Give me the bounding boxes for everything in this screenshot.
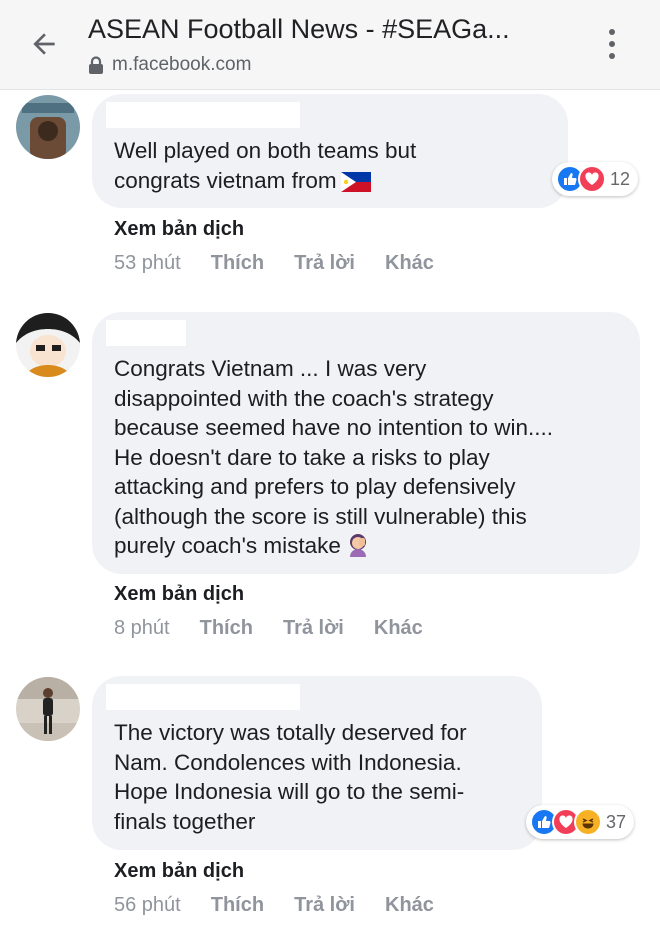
reply-button[interactable]: Trả lời bbox=[294, 252, 355, 275]
avatar[interactable] bbox=[16, 95, 80, 159]
reply-button[interactable]: Trả lời bbox=[283, 617, 344, 640]
timestamp[interactable]: 8 phút bbox=[114, 617, 170, 640]
arrow-left-icon bbox=[33, 33, 55, 55]
reaction-count: 37 bbox=[606, 811, 627, 832]
facepalm-icon bbox=[345, 531, 371, 565]
like-button[interactable]: Thích bbox=[211, 252, 264, 275]
avatar-image bbox=[16, 95, 80, 159]
comment-bubble: The victory was totally deserved for Nam… bbox=[92, 676, 542, 850]
see-translation-link[interactable]: Xem bản dịch bbox=[114, 860, 244, 883]
comment-text: Congrats Vietnam ... I was very disappoi… bbox=[114, 354, 553, 565]
comment-text: Well played on both teams but congrats v… bbox=[114, 136, 416, 199]
reaction-count: 12 bbox=[610, 168, 631, 189]
more-button[interactable]: Khác bbox=[374, 617, 423, 640]
like-button[interactable]: Thích bbox=[211, 894, 264, 917]
philippines-flag-icon bbox=[340, 170, 371, 200]
redacted-author-name[interactable] bbox=[106, 684, 300, 710]
lock-icon bbox=[89, 56, 103, 74]
love-reaction-icon bbox=[578, 165, 606, 193]
timestamp[interactable]: 56 phút bbox=[114, 894, 181, 917]
see-translation-link[interactable]: Xem bản dịch bbox=[114, 583, 244, 606]
reply-button[interactable]: Trả lời bbox=[294, 894, 355, 917]
comment-actions: 8 phút Thích Trả lời Khác bbox=[114, 617, 423, 640]
more-button[interactable]: Khác bbox=[385, 252, 434, 275]
redacted-author-name[interactable] bbox=[106, 320, 186, 346]
comment-text: The victory was totally deserved for Nam… bbox=[114, 720, 467, 834]
like-button[interactable]: Thích bbox=[200, 617, 253, 640]
address-bar[interactable]: m.facebook.com bbox=[88, 54, 251, 76]
page-title: ASEAN Football News - #SEAGa... bbox=[88, 14, 510, 44]
redacted-author-name[interactable] bbox=[106, 102, 300, 128]
avatar-image bbox=[16, 313, 80, 377]
see-translation-link[interactable]: Xem bản dịch bbox=[114, 218, 244, 241]
avatar[interactable] bbox=[16, 313, 80, 377]
more-menu-button[interactable] bbox=[600, 24, 624, 64]
haha-reaction-icon bbox=[574, 808, 602, 836]
reaction-summary[interactable]: 12 bbox=[552, 162, 639, 196]
comment-bubble: Well played on both teams but congrats v… bbox=[92, 94, 568, 208]
browser-toolbar: ASEAN Football News - #SEAGa... m.facebo… bbox=[0, 0, 660, 90]
more-button[interactable]: Khác bbox=[385, 894, 434, 917]
reaction-summary[interactable]: 37 bbox=[526, 805, 635, 839]
avatar[interactable] bbox=[16, 677, 80, 741]
more-vertical-icon bbox=[609, 29, 615, 35]
url-text: m.facebook.com bbox=[112, 54, 252, 75]
comment-actions: 53 phút Thích Trả lời Khác bbox=[114, 252, 434, 275]
avatar-image bbox=[16, 677, 80, 741]
comment-bubble: Congrats Vietnam ... I was very disappoi… bbox=[92, 312, 640, 574]
timestamp[interactable]: 53 phút bbox=[114, 252, 181, 275]
comment-actions: 56 phút Thích Trả lời Khác bbox=[114, 894, 434, 917]
back-button[interactable] bbox=[24, 24, 64, 64]
